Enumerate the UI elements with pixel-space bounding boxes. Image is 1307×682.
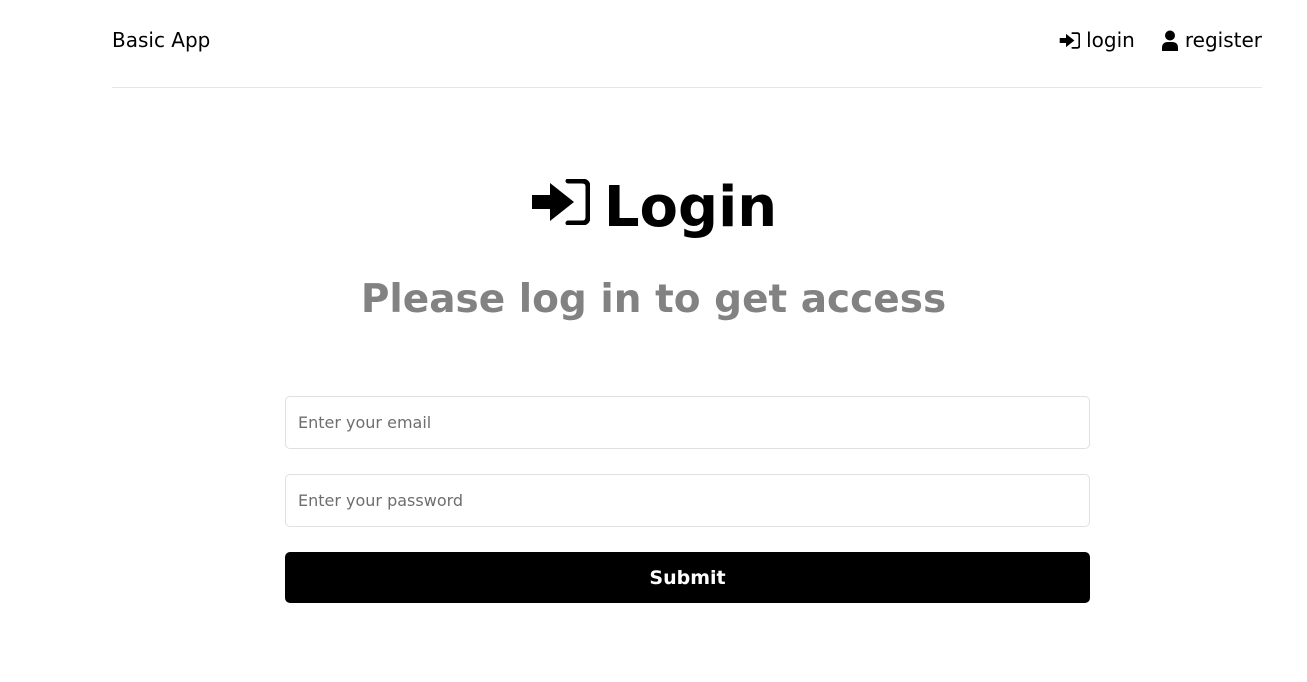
sign-in-icon (530, 179, 590, 225)
login-hero: Login (0, 170, 1307, 246)
page-title-text: Login (603, 175, 778, 240)
sign-in-icon (1059, 31, 1081, 50)
brand-link[interactable]: Basic App (112, 27, 210, 53)
nav-login-label: login (1086, 28, 1135, 52)
page-title: Login (530, 170, 777, 246)
nav-register-link[interactable]: register (1161, 27, 1262, 53)
nav-register-label: register (1184, 28, 1262, 52)
nav-links: login register (1059, 27, 1262, 53)
nav-login-link[interactable]: login (1059, 27, 1135, 53)
email-field[interactable] (285, 396, 1090, 449)
page-subtitle: Please log in to get access (360, 277, 947, 322)
login-form: Submit (285, 396, 1090, 603)
top-navbar: Basic App login register (112, 0, 1262, 88)
submit-button[interactable]: Submit (285, 552, 1090, 603)
password-field[interactable] (285, 474, 1090, 527)
user-icon (1161, 30, 1179, 51)
